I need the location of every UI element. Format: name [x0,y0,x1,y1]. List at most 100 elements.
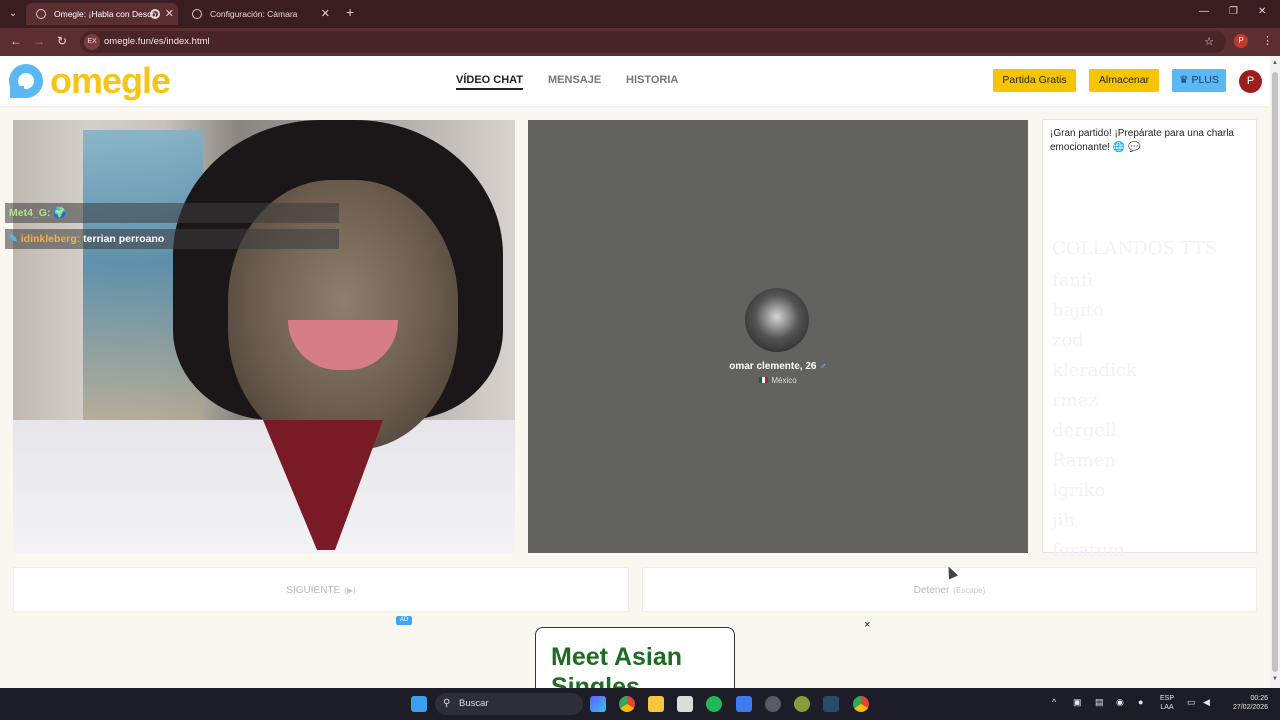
ghost-text: Ramen [1052,450,1117,471]
site-header: omegle VÍDEO CHAT MENSAJE HISTORIA Parti… [0,56,1270,106]
close-tab-icon[interactable]: ✕ [165,3,174,25]
copilot-icon[interactable] [590,696,606,712]
ghost-text: zod [1052,330,1084,351]
site-logo-text[interactable]: omegle [50,60,171,102]
mexico-flag-icon [759,377,769,383]
clock[interactable]: 00:26 27/02/2026 [1220,694,1268,712]
stranger-country-line: México [528,376,1028,385]
scroll-up-icon[interactable]: ▲ [1272,60,1278,66]
ad-banner[interactable]: Meet Asian Singles [535,627,735,688]
minimize-icon[interactable]: — [1199,6,1209,17]
tab-search-chevron-icon[interactable]: ⌄ [4,5,22,23]
tab-title: Configuración: Cámara [210,9,298,19]
app-compass-icon[interactable] [794,696,810,712]
site-info-icon[interactable]: EX [84,34,100,50]
network-icon[interactable]: ▭ [1187,697,1196,708]
stranger-name: omar clemente, 26 [729,361,817,372]
overlay-username: idinkleberg: [20,233,81,245]
tray-steam-icon[interactable]: ◉ [1116,697,1124,708]
stranger-avatar [745,288,809,352]
overlay-chat-line: ✎ idinkleberg: terrian perroano [5,229,339,249]
system-message: ¡Gran partido! ¡Prepárate para una charl… [1050,128,1234,153]
chrome-icon[interactable] [619,696,635,712]
new-tab-button[interactable]: + [346,4,354,20]
overlay-text: terrian perroano [83,233,165,245]
tab-omegle[interactable]: Omegle: ¡Habla con Desco ✕ [26,3,178,25]
lang-line-2: LAA [1160,704,1174,711]
overlay-chat-line: Met4_G: 🌍 [5,203,339,223]
volume-icon[interactable]: ◀ [1203,697,1210,708]
scrollbar-thumb[interactable] [1272,72,1278,672]
back-icon[interactable]: ← [10,34,22,48]
store-button[interactable]: Almacenar [1089,69,1159,92]
page-scrollbar[interactable]: ▲ ▼ [1270,56,1280,688]
globe-icon [36,9,46,19]
app-diamond-icon[interactable] [736,696,752,712]
tab-title: Omegle: ¡Habla con Desco [54,9,157,19]
nav-message[interactable]: MENSAJE [548,74,601,86]
stop-hint: (Escape) [953,586,986,595]
shirt-shape [13,420,515,553]
stranger-name-line: omar clemente, 26 ♂ [528,361,1028,372]
url-field[interactable]: EX omegle.fun/es/index.html ☆ [80,31,1226,53]
clock-date: 27/02/2026 [1232,704,1268,711]
taskbar-search[interactable]: ⚲ Buscar [435,693,583,715]
microphone-icon[interactable]: ● [1138,697,1143,707]
ad-title: Meet Asian Singles [551,643,683,688]
windows-taskbar: ⚲ Buscar ^ ▣ ▤ ◉ ● ESP LAA ▭ ◀ 00:26 27/… [0,688,1280,720]
ghost-text: dergell [1052,420,1117,441]
ad-close-button[interactable]: × [864,619,870,631]
lang-line-1: ESP [1160,695,1175,702]
tab-camera-settings[interactable]: Configuración: Cámara ✕ [182,3,334,25]
plus-button[interactable]: ♛ PLUS [1172,69,1226,92]
male-icon: ♂ [819,361,827,372]
nav-history[interactable]: HISTORIA [626,74,678,86]
steam-icon[interactable] [823,696,839,712]
next-button[interactable]: SIGUIENTE (▶) [13,567,629,612]
spotify-icon[interactable] [706,696,722,712]
overlay-username: Met4_G: [9,207,51,219]
bookmark-star-icon[interactable]: ☆ [1204,35,1214,48]
browser-profile-button[interactable]: P [1234,34,1248,48]
ghost-text: fanfi [1052,270,1093,291]
ghost-text: kleradick [1052,360,1137,381]
gear-icon [192,9,202,19]
free-game-button[interactable]: Partida Gratis [993,69,1076,92]
app-circle-icon[interactable] [765,696,781,712]
ghost-text: COLLANDOS TTS [1052,238,1218,259]
stop-label: Detener [913,585,950,596]
user-avatar[interactable]: P [1239,70,1262,93]
windows-start-icon[interactable] [411,696,427,712]
earth-icon: 🌍 [53,207,67,219]
reload-icon[interactable]: ↻ [57,34,67,48]
tray-app-icon[interactable]: ▣ [1073,697,1082,708]
scroll-down-icon[interactable]: ▼ [1272,676,1278,682]
crown-icon: ♛ [1179,74,1192,86]
url-text: omegle.fun/es/index.html [104,36,210,47]
browser-menu-icon[interactable]: ⋮ [1262,34,1273,47]
address-bar-row: ← → ↻ EX omegle.fun/es/index.html ☆ [0,28,1280,56]
chrome-profile-icon[interactable] [853,696,869,712]
plus-label: PLUS [1191,74,1219,86]
omegle-logo-icon[interactable] [6,62,46,100]
close-tab-icon[interactable]: ✕ [321,3,330,25]
recording-icon [150,9,160,19]
store-app-icon[interactable] [677,696,693,712]
ghost-text: rmez [1052,390,1098,411]
forward-icon[interactable]: → [33,34,45,48]
tray-ime-icon[interactable]: ▤ [1095,697,1104,708]
search-icon: ⚲ [443,698,451,709]
search-placeholder: Buscar [459,698,489,709]
ghost-text: foratum [1052,540,1125,561]
ghost-text: jih [1052,510,1075,531]
stranger-country: México [771,376,797,385]
file-explorer-icon[interactable] [648,696,664,712]
maximize-icon[interactable]: ❐ [1229,6,1238,17]
input-language[interactable]: ESP LAA [1160,694,1174,712]
ghost-text: lgriko [1052,480,1106,501]
ghost-text: bajito [1052,300,1104,321]
nav-video-chat[interactable]: VÍDEO CHAT [456,74,524,90]
local-camera-video [13,120,515,553]
tray-chevron-icon[interactable]: ^ [1052,697,1056,707]
close-window-icon[interactable]: ✕ [1258,6,1266,17]
